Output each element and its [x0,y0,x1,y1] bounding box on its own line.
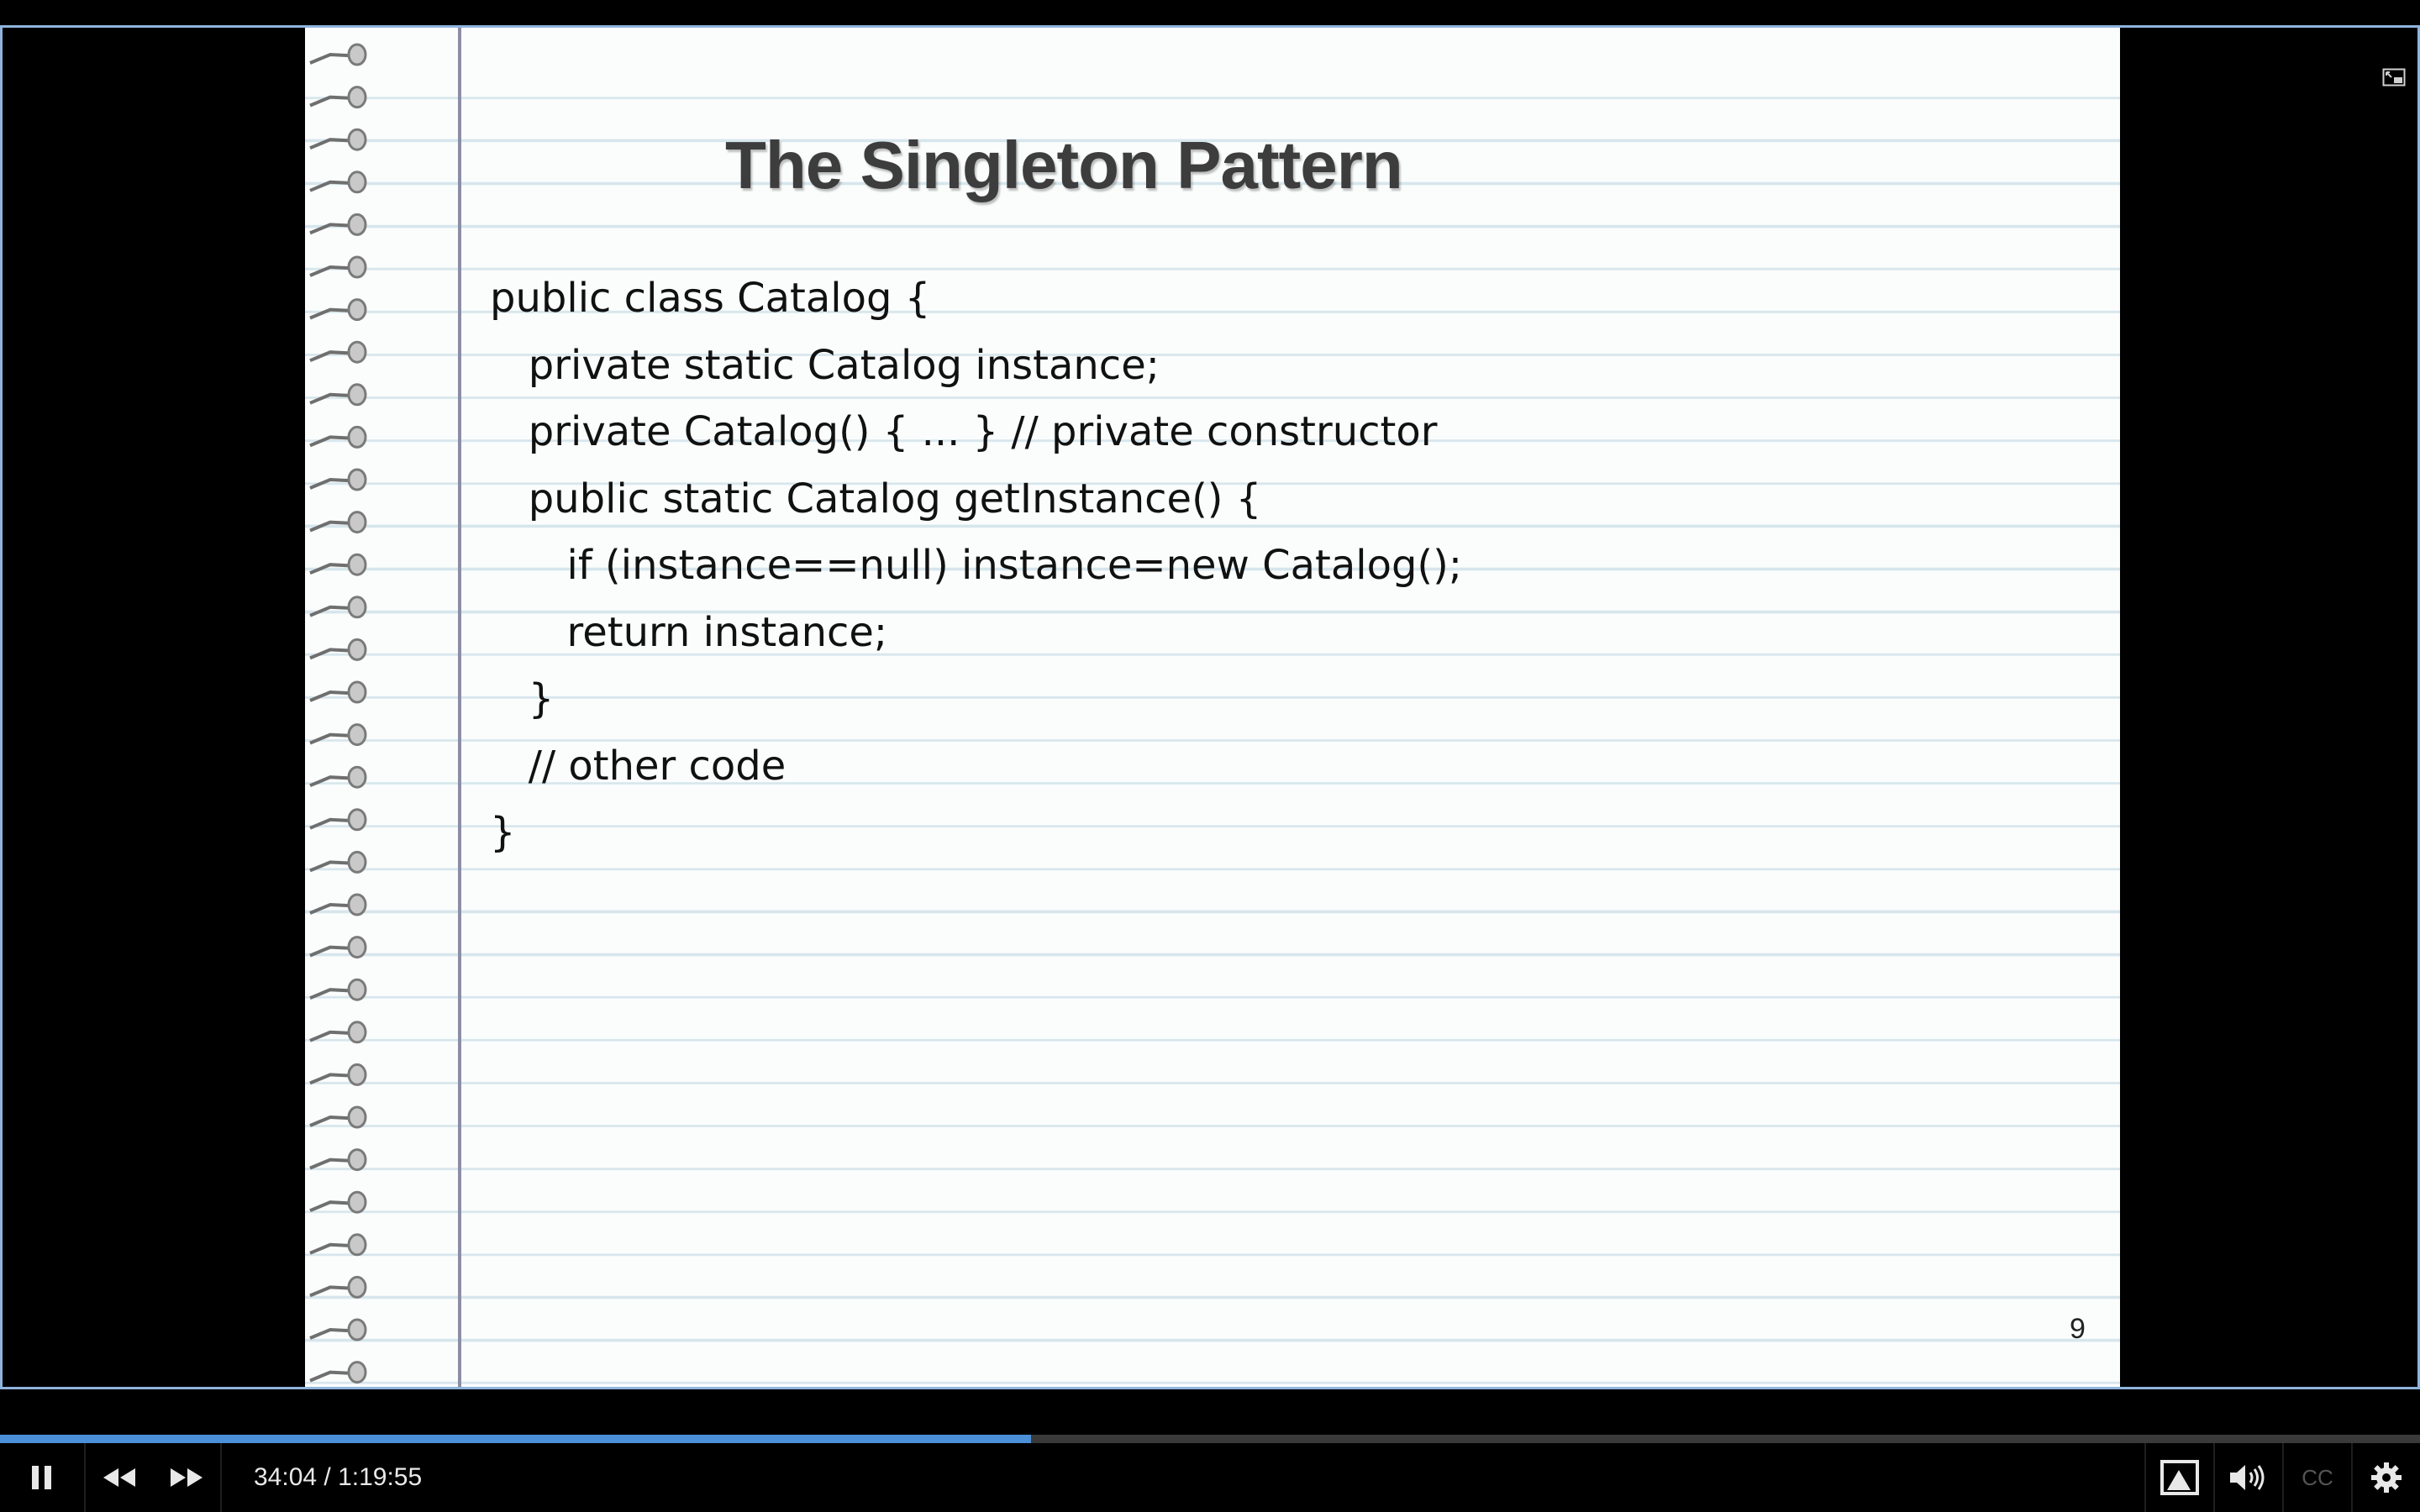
rewind-button[interactable] [86,1443,153,1512]
volume-button[interactable] [2215,1443,2282,1512]
spiral-ring [309,808,367,832]
spiral-ring [309,638,367,661]
spiral-ring [309,43,367,66]
spiral-ring [309,1148,367,1172]
spiral-ring [309,1190,367,1214]
lecture-slide: The Singleton Pattern public class Catal… [305,28,2120,1387]
spiral-ring [309,1361,367,1384]
spiral-ring [309,298,367,322]
spiral-ring [309,1318,367,1341]
spiral-ring [309,425,367,449]
pause-icon [32,1466,51,1489]
code-line: return instance; [490,608,888,656]
seek-bar-progress [0,1435,1031,1443]
spiral-ring [309,1233,367,1257]
spiral-ring [309,1021,367,1044]
code-line: public class Catalog { [490,275,931,322]
code-line: } [490,675,555,722]
code-line: if (instance==null) instance=new Catalog… [490,542,1463,589]
captions-button[interactable]: CC [2284,1443,2351,1512]
play-pause-button[interactable] [0,1443,84,1512]
code-line: } [490,809,516,856]
rewind-icon [103,1468,135,1487]
spiral-ring [309,1105,367,1129]
spiral-ring [309,850,367,874]
code-line: public static Catalog getInstance() { [490,475,1262,522]
spiral-ring [309,468,367,491]
spiral-ring [309,255,367,279]
spiral-ring [309,340,367,364]
spiral-ring [309,511,367,534]
code-line: private static Catalog instance; [490,341,1160,389]
picture-in-picture-icon[interactable] [2382,68,2406,87]
spiral-ring [309,213,367,236]
player-control-bar: 34:04 / 1:19:55 CC [0,1443,2420,1512]
spiral-ring [309,86,367,109]
spiral-ring [309,553,367,576]
code-line: // other code [490,742,786,790]
spiral-ring [309,171,367,194]
notebook-spiral-binding [309,43,367,1384]
slide-title: The Singleton Pattern [725,128,1403,202]
code-line: private Catalog() { ... } // private con… [490,408,1438,455]
spiral-ring [309,596,367,619]
slide-page-number: 9 [2070,1313,2086,1345]
spiral-ring [309,723,367,747]
spiral-ring [309,680,367,704]
spiral-ring [309,936,367,959]
fast-forward-icon [171,1468,203,1487]
notebook-margin-line [458,28,461,1387]
spiral-ring [309,383,367,407]
video-player[interactable]: The Singleton Pattern public class Catal… [0,25,2420,1389]
spiral-ring [309,1275,367,1299]
time-display: 34:04 / 1:19:55 [254,1463,423,1491]
settings-button[interactable] [2353,1443,2420,1512]
theater-mode-icon [2160,1460,2199,1495]
gear-icon [2371,1462,2402,1493]
seek-bar[interactable] [0,1435,2420,1443]
spiral-ring [309,893,367,916]
volume-icon [2230,1465,2265,1490]
fast-forward-button[interactable] [153,1443,220,1512]
control-divider [220,1443,222,1512]
code-block: public class Catalog { private static Ca… [490,265,1462,867]
spiral-ring [309,765,367,789]
theater-mode-button[interactable] [2146,1443,2213,1512]
spiral-ring [309,1063,367,1086]
spiral-ring [309,978,367,1001]
spiral-ring [309,128,367,151]
